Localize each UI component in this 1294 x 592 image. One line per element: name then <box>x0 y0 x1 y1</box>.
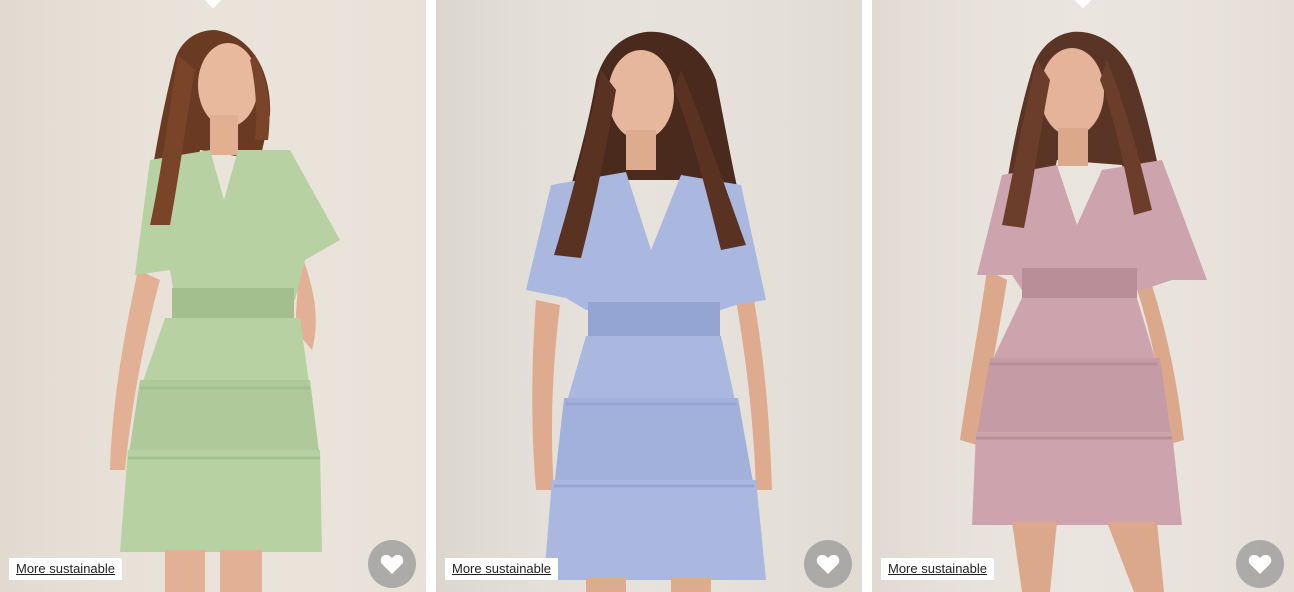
product-card-blue-dress[interactable]: More sustainable <box>436 0 862 592</box>
product-card-green-dress[interactable]: More sustainable <box>0 0 426 592</box>
sustainability-badge-link[interactable]: More sustainable <box>445 558 558 580</box>
heart-icon <box>816 553 840 575</box>
favorite-button[interactable] <box>368 540 416 588</box>
sustainability-badge-link[interactable]: More sustainable <box>9 558 122 580</box>
product-image-blue-dress[interactable] <box>436 0 862 592</box>
favorite-button[interactable] <box>804 540 852 588</box>
product-image-rose-dress[interactable] <box>872 0 1294 592</box>
product-card-rose-dress[interactable]: More sustainable <box>872 0 1294 592</box>
heart-icon <box>1248 553 1272 575</box>
sustainability-badge-link[interactable]: More sustainable <box>881 558 994 580</box>
product-grid: More sustainable More sustainable More s… <box>0 0 1294 592</box>
favorite-button[interactable] <box>1236 540 1284 588</box>
product-image-green-dress[interactable] <box>0 0 426 592</box>
heart-icon <box>380 553 404 575</box>
